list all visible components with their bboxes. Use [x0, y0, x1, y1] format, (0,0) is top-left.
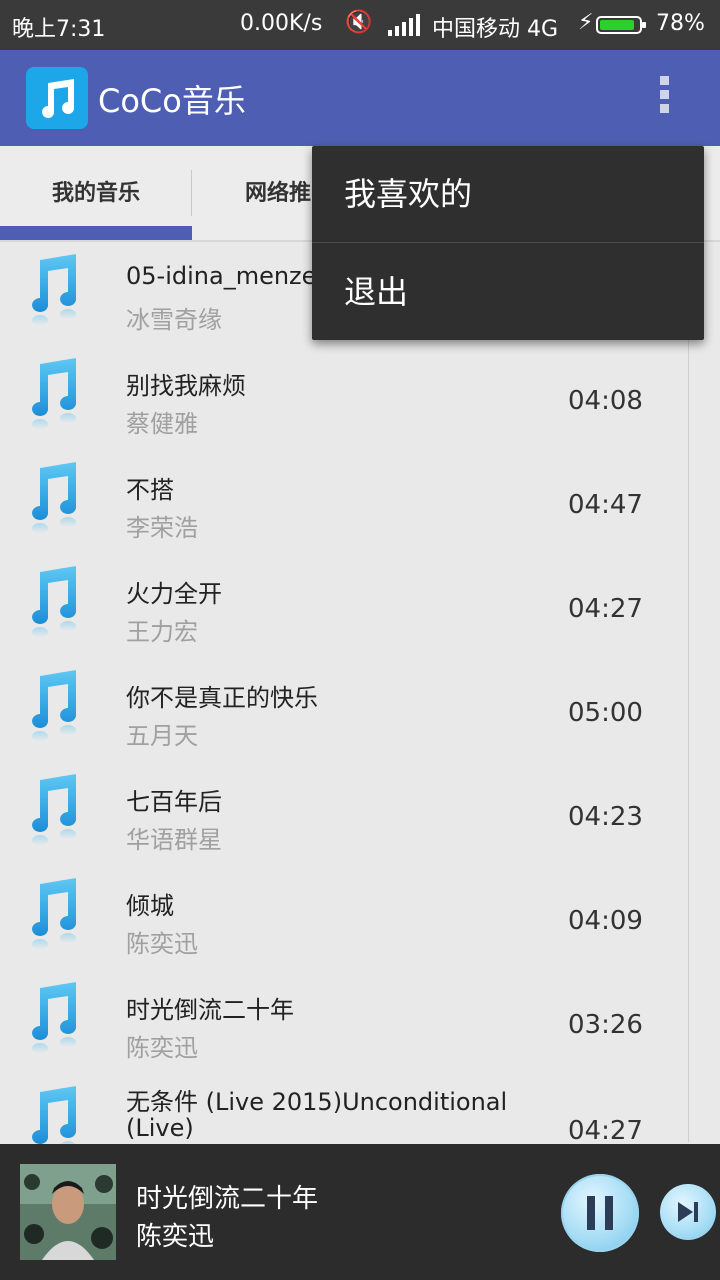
song-duration: 05:00	[568, 698, 643, 728]
signal-icon	[388, 14, 420, 36]
menu-item-exit[interactable]: 退出	[312, 244, 704, 340]
song-row[interactable]: 别找我麻烦 蔡健雅 04:08	[0, 346, 720, 450]
song-artist: 王力宏	[126, 618, 198, 646]
pause-icon[interactable]	[561, 1174, 639, 1252]
song-title: 火力全开	[126, 580, 222, 608]
status-bar: 晚上7:31 0.00K/s 🔇 中国移动 4G ⚡ 78%	[0, 0, 720, 50]
song-row[interactable]: 你不是真正的快乐 五月天 05:00	[0, 658, 720, 762]
menu-divider	[312, 242, 704, 243]
song-artist: 陈奕迅	[126, 930, 198, 958]
song-duration: 04:23	[568, 802, 643, 832]
song-duration: 04:47	[568, 490, 643, 520]
song-duration: 04:08	[568, 386, 643, 416]
music-note-icon	[32, 774, 77, 845]
song-duration: 04:27	[568, 1116, 643, 1144]
status-time: 晚上7:31	[12, 17, 106, 42]
song-artist: 陈奕迅	[126, 1034, 198, 1062]
vibrate-off-icon: 🔇	[345, 10, 373, 35]
song-title: 别找我麻烦	[126, 372, 246, 400]
song-duration: 04:27	[568, 594, 643, 624]
song-title: 05-idina_menze	[126, 262, 317, 290]
song-artist: 李荣浩	[126, 514, 198, 542]
overflow-menu-icon[interactable]	[652, 76, 676, 122]
album-art[interactable]	[20, 1164, 116, 1260]
status-carrier: 中国移动 4G	[432, 17, 559, 42]
song-row[interactable]: 倾城 陈奕迅 04:09	[0, 866, 720, 970]
music-note-icon	[32, 1086, 77, 1144]
song-title: 你不是真正的快乐	[126, 684, 318, 712]
song-list[interactable]: 05-idina_menze 冰雪奇缘 别找我麻烦 蔡健雅 04:08 不搭 李…	[0, 242, 720, 1144]
app-title: CoCo音乐	[98, 82, 246, 120]
song-title: 无条件 (Live 2015)Unconditional	[126, 1088, 508, 1116]
app-bar: CoCo音乐	[0, 50, 720, 146]
music-note-icon	[32, 982, 77, 1053]
song-artist: 冰雪奇缘	[126, 306, 222, 334]
overflow-dropdown-menu: 我喜欢的 退出	[312, 146, 704, 340]
tab-indicator	[0, 226, 192, 240]
song-artist: 五月天	[126, 722, 198, 750]
song-row[interactable]: 无条件 (Live 2015)Unconditional (Live) 04:2…	[0, 1074, 720, 1144]
song-artist: 华语群星	[126, 826, 222, 854]
song-row[interactable]: 七百年后 华语群星 04:23	[0, 762, 720, 866]
song-row[interactable]: 时光倒流二十年 陈奕迅 03:26	[0, 970, 720, 1074]
music-note-icon	[32, 254, 77, 325]
song-title: 不搭	[126, 476, 174, 504]
song-title: 七百年后	[126, 788, 222, 816]
song-row[interactable]: 不搭 李荣浩 04:47	[0, 450, 720, 554]
now-playing-artist: 陈奕迅	[136, 1222, 215, 1252]
battery-icon	[596, 16, 646, 34]
song-duration: 04:09	[568, 906, 643, 936]
song-title: 时光倒流二十年	[126, 996, 294, 1024]
music-note-icon	[32, 566, 77, 637]
music-note-icon	[32, 878, 77, 949]
music-note-icon	[32, 670, 77, 741]
song-duration: 03:26	[568, 1010, 643, 1040]
status-net-speed: 0.00K/s	[240, 11, 323, 36]
battery-percent: 78%	[656, 11, 705, 36]
song-title: 倾城	[126, 892, 174, 920]
music-note-icon	[32, 358, 77, 429]
charging-icon: ⚡	[578, 10, 594, 35]
tab-divider	[191, 170, 192, 216]
music-note-icon	[26, 67, 88, 129]
menu-item-favorites[interactable]: 我喜欢的	[312, 146, 704, 242]
music-note-icon	[32, 462, 77, 533]
song-artist: 蔡健雅	[126, 410, 198, 438]
now-playing-bar[interactable]: 时光倒流二十年 陈奕迅	[0, 1144, 720, 1280]
song-title-line2: (Live)	[126, 1114, 194, 1142]
song-row[interactable]: 火力全开 王力宏 04:27	[0, 554, 720, 658]
now-playing-title: 时光倒流二十年	[136, 1184, 319, 1214]
skip-next-icon[interactable]	[660, 1184, 716, 1240]
